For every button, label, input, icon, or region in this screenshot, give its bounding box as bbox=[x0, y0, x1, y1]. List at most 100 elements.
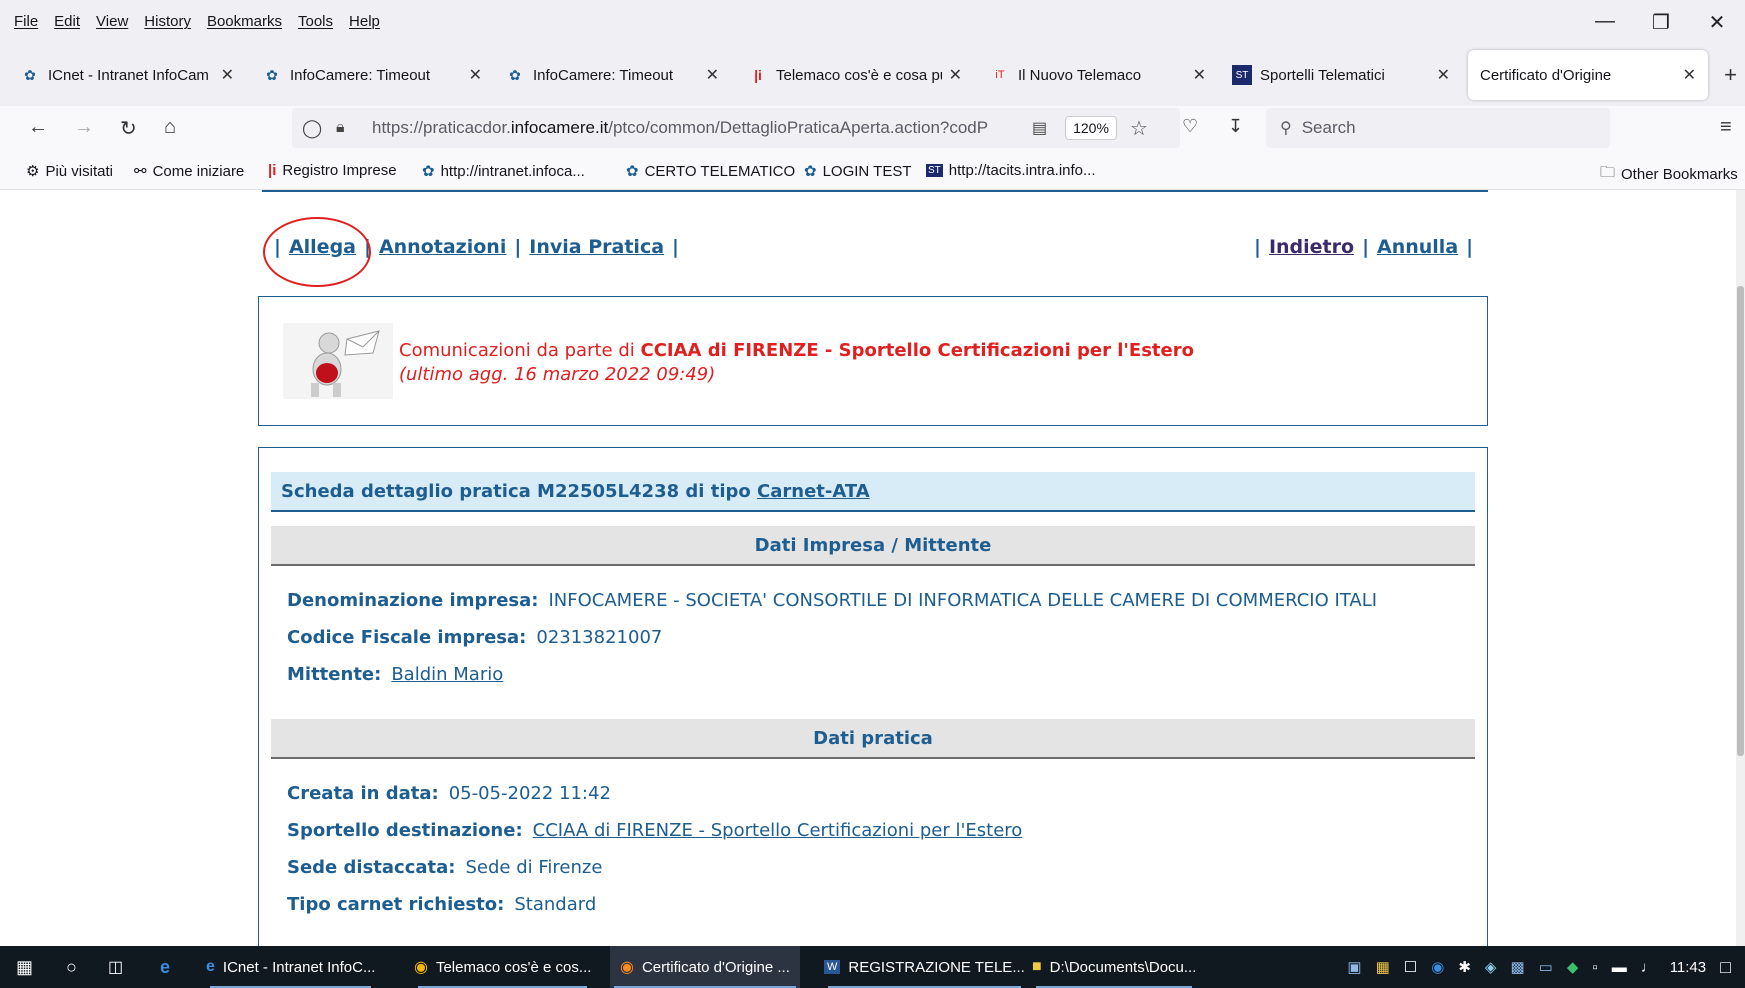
volume-icon[interactable]: ♩ bbox=[1641, 959, 1656, 976]
top-divider bbox=[262, 190, 1488, 192]
close-tab-icon[interactable]: ✕ bbox=[1437, 65, 1450, 85]
menu-items: File Edit View History Bookmarks Tools H… bbox=[14, 13, 380, 30]
task-view-icon[interactable]: ◫ bbox=[108, 946, 123, 988]
bluetooth-icon[interactable]: ✱ bbox=[1458, 958, 1471, 976]
back-icon[interactable]: ← bbox=[28, 116, 48, 139]
usb-icon[interactable]: ☐ bbox=[1404, 958, 1417, 976]
zoom-level[interactable]: 120% bbox=[1065, 116, 1117, 140]
page-scrollbar[interactable] bbox=[1736, 190, 1745, 946]
bookmark-intranet[interactable]: ✿ http://intranet.infoca... bbox=[422, 162, 585, 181]
bookmark-tacits[interactable]: ST http://tacits.intra.info... bbox=[926, 162, 1096, 179]
bookmark-label: http://intranet.infoca... bbox=[440, 162, 585, 180]
bookmark-come-iniziare[interactable]: ⚯ Come iniziare bbox=[134, 162, 244, 181]
search-bar[interactable]: ⚲ Search bbox=[1266, 108, 1610, 148]
keyboard-icon[interactable]: ▬ bbox=[1612, 959, 1627, 976]
forward-icon[interactable]: → bbox=[74, 116, 94, 139]
taskbar-app-label: ICnet - Intranet InfoC... bbox=[222, 958, 376, 976]
action-links-right: | Indietro | Annulla | bbox=[1254, 236, 1474, 258]
close-tab-icon[interactable]: ✕ bbox=[1683, 65, 1696, 85]
download-icon[interactable]: ↧ bbox=[1228, 116, 1243, 137]
taskbar-app-explorer[interactable]: ■ D:\Documents\Docu... bbox=[1032, 946, 1196, 988]
cortana-search-icon[interactable]: ○ bbox=[66, 946, 77, 988]
tab-certificato[interactable]: Certificato d'Origine ✕ bbox=[1468, 50, 1708, 100]
bookmark-star-icon[interactable]: ☆ bbox=[1130, 116, 1148, 141]
tray-app-icon[interactable]: ▣ bbox=[1347, 958, 1361, 976]
menu-tools[interactable]: Tools bbox=[298, 13, 333, 30]
bookmark-registro-imprese[interactable]: |i Registro Imprese bbox=[268, 162, 397, 179]
menu-file[interactable]: File bbox=[14, 13, 38, 30]
other-bookmarks[interactable]: 🗀︎ Other Bookmarks bbox=[1600, 162, 1738, 187]
close-tab-icon[interactable]: ✕ bbox=[469, 65, 482, 85]
new-tab-icon[interactable]: + bbox=[1724, 62, 1737, 88]
display-icon[interactable]: ▭ bbox=[1539, 958, 1553, 976]
hp-icon[interactable]: ◉ bbox=[1431, 958, 1444, 976]
close-tab-icon[interactable]: ✕ bbox=[949, 65, 962, 85]
close-tab-icon[interactable]: ✕ bbox=[706, 65, 719, 85]
annulla-link[interactable]: Annulla bbox=[1377, 236, 1458, 258]
tray-app-icon[interactable]: ▩ bbox=[1510, 958, 1524, 976]
taskbar-app-icnet[interactable]: e ICnet - Intranet InfoC... bbox=[206, 946, 375, 988]
field-sede: Sede distaccata: Sede di Firenze bbox=[287, 857, 602, 878]
sportello-link[interactable]: CCIAA di FIRENZE - Sportello Certificazi… bbox=[533, 820, 1023, 841]
reader-view-icon[interactable]: ▤ bbox=[1032, 118, 1047, 138]
bookmarks-bar: ⚙ Più visitati ⚯ Come iniziare |i Regist… bbox=[0, 152, 1745, 190]
invia-pratica-link[interactable]: Invia Pratica bbox=[529, 236, 664, 258]
tab-timeout-2[interactable]: ✿ InfoCamere: Timeout ✕ bbox=[505, 59, 719, 91]
pocket-icon[interactable]: ♡ bbox=[1182, 116, 1198, 137]
menu-help[interactable]: Help bbox=[349, 13, 380, 30]
notifications-icon[interactable]: □ bbox=[1720, 957, 1731, 978]
bookmark-piu-visitati[interactable]: ⚙ Più visitati bbox=[26, 162, 113, 181]
taskbar-app-label: REGISTRAZIONE TELE... bbox=[848, 958, 1025, 976]
network-icon[interactable]: ▫ bbox=[1592, 959, 1597, 976]
lock-icon[interactable]: 🔒︎ bbox=[336, 119, 345, 137]
hamburger-menu-icon[interactable]: ≡ bbox=[1720, 116, 1732, 139]
shield-icon[interactable]: ◯ bbox=[302, 118, 322, 139]
mittente-link[interactable]: Baldin Mario bbox=[391, 664, 503, 685]
search-icon: ⚲ bbox=[1280, 120, 1292, 137]
word-icon: W bbox=[824, 960, 841, 974]
home-icon[interactable]: ⌂ bbox=[164, 116, 176, 139]
firefox-icon: ◉ bbox=[620, 959, 634, 976]
mail-messenger-icon bbox=[283, 323, 393, 399]
bookmark-certo-telematico[interactable]: ✿ CERTO TELEMATICO bbox=[626, 162, 795, 181]
reload-icon[interactable]: ↻ bbox=[120, 116, 137, 141]
taskbar-app-certificato[interactable]: ◉ Certificato d'Origine ... bbox=[610, 946, 800, 988]
menu-edit[interactable]: Edit bbox=[54, 13, 80, 30]
bookmark-label: Più visitati bbox=[45, 162, 113, 180]
windows-start-icon[interactable]: ▦ bbox=[16, 946, 33, 988]
taskbar-app-word[interactable]: W REGISTRAZIONE TELE... bbox=[824, 946, 1025, 988]
menu-bookmarks[interactable]: Bookmarks bbox=[207, 13, 282, 30]
ie-icon[interactable]: e bbox=[160, 946, 170, 988]
tab-title: Sportelli Telematici bbox=[1260, 66, 1385, 84]
restore-icon[interactable]: ❐ bbox=[1633, 10, 1689, 35]
close-tab-icon[interactable]: ✕ bbox=[221, 65, 234, 85]
taskbar-app-telemaco[interactable]: ◉ Telemaco cos'è e cos... bbox=[414, 946, 591, 988]
close-tab-icon[interactable]: ✕ bbox=[1193, 65, 1206, 85]
tab-timeout-1[interactable]: ✿ InfoCamere: Timeout ✕ bbox=[262, 59, 482, 91]
tray-app-icon[interactable]: ▦ bbox=[1376, 958, 1390, 976]
url-bar[interactable]: ◯ 🔒︎ https://praticacdor.infocamere.it/p… bbox=[292, 108, 1180, 148]
clock-time[interactable]: 11:43 bbox=[1670, 959, 1706, 976]
tab-sportelli[interactable]: ST Sportelli Telematici ✕ bbox=[1232, 59, 1450, 91]
tab-nuovo-telemaco[interactable]: iT Il Nuovo Telemaco ✕ bbox=[990, 59, 1206, 91]
menu-history[interactable]: History bbox=[144, 13, 191, 30]
security-icon[interactable]: ◆ bbox=[1567, 958, 1579, 976]
indietro-link[interactable]: Indietro bbox=[1269, 236, 1354, 258]
annotazioni-link[interactable]: Annotazioni bbox=[379, 236, 506, 258]
close-icon[interactable]: ✕ bbox=[1689, 10, 1745, 35]
field-label: Sportello destinazione: bbox=[287, 820, 523, 841]
tab-icnet[interactable]: ✿ ICnet - Intranet InfoCam ✕ bbox=[20, 59, 234, 91]
allega-highlight-circle bbox=[263, 217, 371, 287]
field-mittente: Mittente: Baldin Mario bbox=[287, 664, 503, 685]
detail-type-link[interactable]: Carnet-ATA bbox=[757, 481, 870, 502]
menu-view[interactable]: View bbox=[96, 13, 128, 30]
tab-strip: ✿ ICnet - Intranet InfoCam ✕ ✿ InfoCamer… bbox=[0, 44, 1745, 106]
bookmark-login-test[interactable]: ✿ LOGIN TEST bbox=[804, 162, 912, 181]
scroll-thumb[interactable] bbox=[1737, 286, 1744, 756]
url-text[interactable]: https://praticacdor.infocamere.it/ptco/c… bbox=[372, 118, 1022, 138]
minimize-icon[interactable]: — bbox=[1577, 10, 1633, 35]
field-label: Denominazione impresa: bbox=[287, 590, 539, 611]
edge-icon: e bbox=[206, 958, 215, 975]
tray-app-icon[interactable]: ◈ bbox=[1485, 958, 1497, 976]
tab-telemaco[interactable]: |i Telemaco cos'è e cosa pu ✕ bbox=[748, 59, 962, 91]
